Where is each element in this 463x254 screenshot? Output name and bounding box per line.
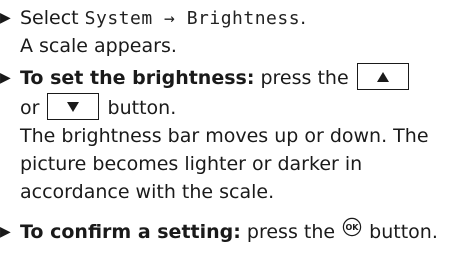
instruction-text: Select [20,7,85,29]
step-line: or button. [20,93,177,122]
instruction-text: press the [254,67,355,89]
ok-button-icon: OK [342,217,362,245]
result-text: A scale appears. [20,35,177,57]
step-result-line: picture becomes lighter or darker in [20,150,362,178]
result-text: accordance with the scale. [20,181,275,203]
step-line: To set the brightness: press the [20,63,411,92]
step-result-line: accordance with the scale. [20,178,274,206]
instruction-text: or [20,97,46,119]
instruction-text: button. [101,97,177,119]
menu-path-text: System → Brightness [84,8,301,29]
up-triangle-button [356,63,409,90]
manual-page: ▶ Select System → Brightness. A scale ap… [0,0,463,254]
instruction-text: press the [240,221,342,243]
instruction-text: . [300,7,307,29]
down-triangle-button [47,93,100,120]
step-result-line: The brightness bar moves up or down. The [20,122,429,150]
result-text: picture becomes lighter or darker in [20,153,363,175]
step-heading: To set the brightness: [20,67,255,89]
step-line: Select System → Brightness. [20,4,306,33]
step-line: To confirm a setting: press the OK butto… [20,217,438,247]
right-triangle-bullet-icon: ▶ [0,10,11,26]
ok-button-label: OK [346,223,360,232]
right-triangle-bullet-icon: ▶ [0,70,11,86]
result-text: The brightness bar moves up or down. The [20,125,429,147]
step-heading: To confirm a setting: [20,221,241,243]
step-result-line: A scale appears. [20,32,177,60]
right-triangle-bullet-icon: ▶ [0,224,11,240]
instruction-text: button. [363,221,438,243]
